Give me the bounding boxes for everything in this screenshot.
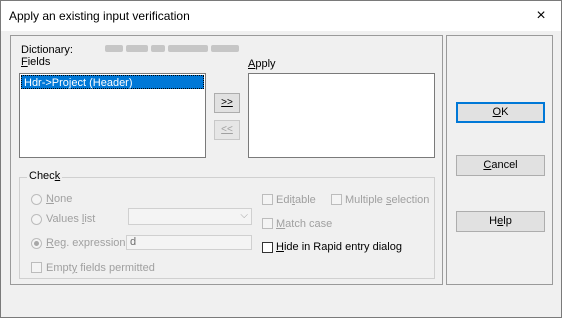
title-bar: Apply an existing input verification × — [1, 1, 561, 31]
empty-fields-label: Empty fields permitted — [46, 262, 155, 274]
dictionary-value-redacted — [105, 44, 240, 53]
hide-rapid-entry-label: Hide in Rapid entry dialog — [276, 241, 402, 253]
multiple-selection-label: Multiple selection — [345, 194, 430, 206]
chevron-down-icon: ⌵ — [240, 210, 248, 221]
apply-listbox[interactable] — [248, 73, 435, 158]
close-icon[interactable]: × — [521, 1, 561, 31]
dialog-window: Apply an existing input verification × D… — [0, 0, 562, 318]
remove-button[interactable]: << — [214, 120, 240, 140]
match-case-label: Match case — [276, 218, 333, 230]
fields-list-item[interactable]: Hdr->Project (Header) — [21, 75, 204, 89]
fields-label: Fields — [21, 56, 51, 68]
match-case-checkbox[interactable] — [262, 218, 273, 229]
reg-expression-input[interactable]: d — [126, 235, 252, 250]
values-list-label: Values list — [46, 213, 96, 225]
cancel-button[interactable]: Cancel — [456, 155, 545, 176]
check-group-label: Check — [27, 170, 63, 182]
reg-expression-label: Reg. expression — [46, 237, 126, 249]
reg-expression-radio[interactable] — [31, 238, 42, 249]
editable-checkbox[interactable] — [262, 194, 273, 205]
empty-fields-checkbox[interactable] — [31, 262, 42, 273]
hide-rapid-entry-checkbox[interactable] — [262, 242, 273, 253]
add-button[interactable]: >> — [214, 93, 240, 113]
apply-label: Apply — [248, 58, 276, 70]
ok-button[interactable]: OK — [456, 102, 545, 123]
none-label: None — [46, 193, 73, 205]
dictionary-label: Dictionary: — [21, 44, 73, 56]
editable-label: Editable — [276, 194, 316, 206]
values-list-radio[interactable] — [31, 214, 42, 225]
help-button[interactable]: Help — [456, 211, 545, 232]
dialog-title: Apply an existing input verification — [9, 9, 190, 23]
values-list-select[interactable]: ⌵ — [128, 208, 252, 225]
multiple-selection-checkbox[interactable] — [331, 194, 342, 205]
none-radio[interactable] — [31, 194, 42, 205]
fields-listbox[interactable]: Hdr->Project (Header) — [19, 73, 206, 158]
